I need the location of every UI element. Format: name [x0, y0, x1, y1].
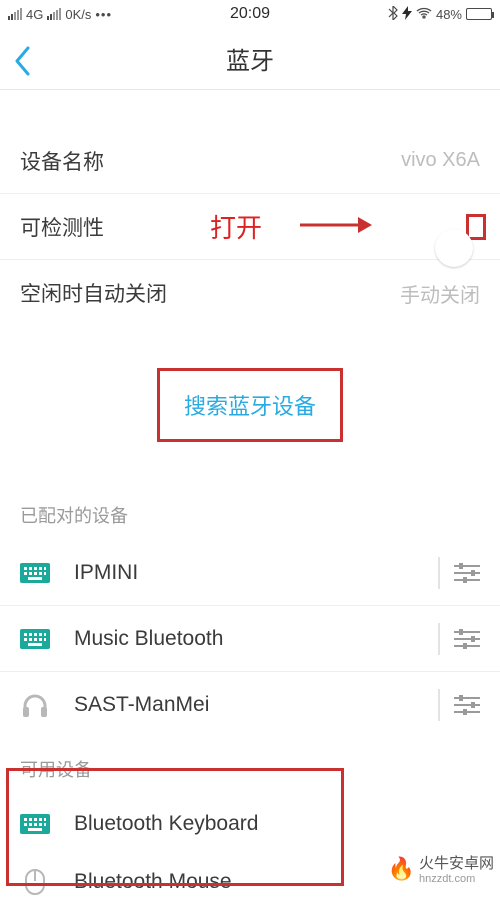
available-device-row[interactable]: Bluetooth Keyboard	[0, 794, 500, 854]
watermark-name: 火牛安卓网	[419, 855, 494, 872]
device-settings-button[interactable]	[454, 628, 480, 650]
search-devices-button[interactable]: 搜索蓝牙设备	[184, 389, 316, 421]
more-icon: •••	[95, 7, 112, 22]
keyboard-icon	[20, 627, 50, 651]
network-type: 4G	[26, 7, 43, 22]
page-title: 蓝牙	[226, 41, 274, 76]
battery-icon	[466, 8, 492, 20]
device-name-label: 设备名称	[20, 146, 104, 176]
idle-close-value: 手动关闭	[400, 279, 480, 308]
watermark: 🔥 火牛安卓网 hnzzdt.com	[388, 852, 494, 885]
device-name: IPMINI	[50, 561, 424, 585]
device-settings-button[interactable]	[454, 562, 480, 584]
clock: 20:09	[230, 5, 270, 23]
divider	[438, 689, 440, 721]
annotation-open-text: 打开	[210, 208, 262, 245]
row-device-name[interactable]: 设备名称 vivo X6A	[0, 128, 500, 194]
back-button[interactable]	[14, 46, 32, 81]
search-area: 搜索蓝牙设备	[0, 326, 500, 484]
device-settings-button[interactable]	[454, 694, 480, 716]
device-name: SAST-ManMei	[50, 693, 424, 717]
bluetooth-icon	[388, 6, 398, 23]
section-available-header: 可用设备	[0, 738, 500, 794]
row-idle-close[interactable]: 空闲时自动关闭 手动关闭	[0, 260, 500, 326]
watermark-url: hnzzdt.com	[419, 873, 494, 885]
flame-icon: 🔥	[388, 856, 415, 882]
signal-icon	[8, 8, 22, 20]
keyboard-icon	[20, 561, 50, 585]
mouse-icon	[20, 870, 50, 894]
nav-bar: 蓝牙	[0, 28, 500, 90]
battery-percent: 48%	[436, 7, 462, 22]
network-speed: 0K/s	[65, 7, 91, 22]
annotation-highlight-search: 搜索蓝牙设备	[157, 368, 343, 442]
headphone-icon	[20, 693, 50, 717]
device-name: Music Bluetooth	[50, 627, 424, 651]
section-paired-header: 已配对的设备	[0, 484, 500, 540]
paired-device-row[interactable]: IPMINI	[0, 540, 500, 606]
divider	[438, 623, 440, 655]
annotation-highlight-toggle	[466, 214, 486, 240]
signal-icon-2	[47, 8, 61, 20]
device-name-value: vivo X6A	[401, 149, 480, 172]
paired-device-row[interactable]: SAST-ManMei	[0, 672, 500, 738]
annotation-arrow-icon	[300, 212, 372, 243]
paired-device-row[interactable]: Music Bluetooth	[0, 606, 500, 672]
status-bar: 4G 0K/s ••• 20:09 48%	[0, 0, 500, 28]
discoverable-label: 可检测性	[20, 212, 104, 242]
idle-close-label: 空闲时自动关闭	[20, 278, 167, 308]
divider	[438, 557, 440, 589]
keyboard-icon	[20, 812, 50, 836]
charging-icon	[402, 6, 412, 23]
row-discoverable: 可检测性 打开	[0, 194, 500, 260]
wifi-icon	[416, 7, 432, 22]
device-name: Bluetooth Keyboard	[50, 812, 480, 836]
